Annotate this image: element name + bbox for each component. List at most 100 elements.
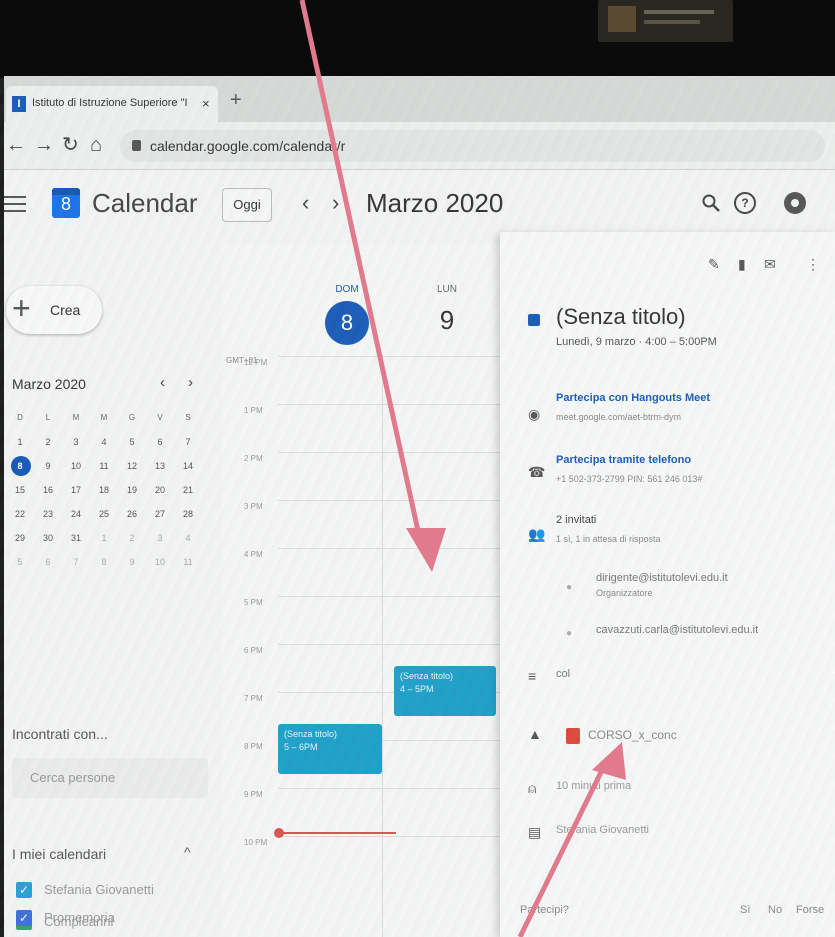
checkbox-icon[interactable]: ✓ bbox=[16, 882, 32, 898]
mini-weekday: M bbox=[100, 413, 108, 422]
drive-icon: ▲ bbox=[528, 726, 542, 742]
mini-day[interactable]: 5 bbox=[118, 430, 146, 454]
prev-period-button[interactable]: ‹ bbox=[302, 190, 309, 216]
hour-label: 3 PM bbox=[244, 502, 263, 511]
mini-day[interactable]: 3 bbox=[62, 430, 90, 454]
mini-day[interactable]: 16 bbox=[34, 478, 62, 502]
mini-day[interactable]: 15 bbox=[6, 478, 34, 502]
day-name: DOM bbox=[335, 284, 359, 295]
email-icon[interactable]: ✉ bbox=[764, 256, 776, 273]
mini-day[interactable]: 27 bbox=[146, 502, 174, 526]
mini-day[interactable]: 2 bbox=[34, 430, 62, 454]
create-button[interactable]: + Crea bbox=[6, 286, 102, 334]
mini-day[interactable]: 6 bbox=[34, 550, 62, 574]
hour-label: 2 PM bbox=[244, 454, 263, 463]
day-number[interactable]: 9 bbox=[422, 305, 472, 336]
next-period-button[interactable]: › bbox=[332, 190, 339, 216]
mini-day[interactable]: 28 bbox=[174, 502, 202, 526]
mini-day[interactable]: 10 bbox=[62, 454, 90, 478]
mini-day[interactable]: 5 bbox=[6, 550, 34, 574]
lock-icon bbox=[132, 140, 141, 151]
mini-day[interactable]: 7 bbox=[174, 430, 202, 454]
mini-day[interactable]: 21 bbox=[174, 478, 202, 502]
photo-frame: I Istituto di Istruzione Superiore "I × … bbox=[0, 0, 835, 937]
mini-day[interactable]: 11 bbox=[174, 550, 202, 574]
favicon-icon: I bbox=[12, 96, 26, 112]
today-button[interactable]: Oggi bbox=[222, 188, 272, 222]
mini-day[interactable]: 25 bbox=[90, 502, 118, 526]
search-people-input[interactable]: Cerca persone bbox=[12, 758, 208, 798]
rsvp-maybe-button[interactable]: Forse bbox=[796, 904, 824, 916]
mini-day[interactable]: 4 bbox=[174, 526, 202, 550]
checkbox-icon[interactable]: ✓ bbox=[16, 910, 32, 926]
day-header-sunday[interactable]: DOM 8 bbox=[322, 284, 372, 345]
hour-gridline bbox=[278, 644, 522, 645]
mini-day[interactable]: 4 bbox=[90, 430, 118, 454]
rsvp-yes-button[interactable]: Sì bbox=[740, 904, 750, 916]
mini-day[interactable]: 14 bbox=[174, 454, 202, 478]
mini-day[interactable]: 7 bbox=[62, 550, 90, 574]
meet-link[interactable]: Partecipa con Hangouts Meet bbox=[556, 392, 710, 404]
settings-gear-icon[interactable] bbox=[784, 192, 806, 214]
search-icon[interactable] bbox=[702, 194, 720, 212]
mini-day[interactable]: 1 bbox=[90, 526, 118, 550]
attachment-name[interactable]: CORSO_x_conc bbox=[588, 728, 677, 742]
mini-day[interactable]: 9 bbox=[34, 454, 62, 478]
mini-day[interactable]: 9 bbox=[118, 550, 146, 574]
rsvp-no-button[interactable]: No bbox=[768, 904, 782, 916]
home-icon[interactable]: ⌂ bbox=[90, 134, 102, 156]
mini-day[interactable]: 20 bbox=[146, 478, 174, 502]
edit-icon[interactable]: ✎ bbox=[708, 256, 720, 273]
phone-link[interactable]: Partecipa tramite telefono bbox=[556, 454, 691, 466]
mini-day[interactable]: 29 bbox=[6, 526, 34, 550]
mini-day[interactable]: 8 bbox=[90, 550, 118, 574]
mini-day[interactable]: 17 bbox=[62, 478, 90, 502]
hour-gridline bbox=[278, 836, 522, 837]
chevron-up-icon[interactable]: ^ bbox=[184, 844, 191, 860]
mini-day[interactable]: 3 bbox=[146, 526, 174, 550]
mini-day[interactable]: 22 bbox=[6, 502, 34, 526]
mini-week-row: 1234567 bbox=[6, 430, 202, 454]
reload-icon[interactable]: ↻ bbox=[62, 134, 79, 156]
day-header-monday[interactable]: LUN 9 bbox=[422, 284, 472, 336]
mini-day[interactable]: 19 bbox=[118, 478, 146, 502]
mini-day[interactable]: 24 bbox=[62, 502, 90, 526]
more-options-icon[interactable]: ⋮ bbox=[806, 256, 820, 273]
mini-day[interactable]: 1 bbox=[6, 430, 34, 454]
mini-day[interactable]: 8 bbox=[6, 454, 34, 478]
mini-day[interactable]: 31 bbox=[62, 526, 90, 550]
mini-day[interactable]: 12 bbox=[118, 454, 146, 478]
mini-day[interactable]: 10 bbox=[146, 550, 174, 574]
mini-next-button[interactable]: › bbox=[188, 374, 193, 391]
mini-day[interactable]: 11 bbox=[90, 454, 118, 478]
current-time-line bbox=[280, 832, 396, 834]
day-number-today[interactable]: 8 bbox=[325, 301, 369, 345]
mini-day[interactable]: 26 bbox=[118, 502, 146, 526]
forward-icon[interactable]: → bbox=[34, 134, 54, 156]
mini-day[interactable]: 6 bbox=[146, 430, 174, 454]
delete-icon[interactable]: ▮ bbox=[738, 256, 746, 273]
hour-gridline bbox=[278, 356, 522, 357]
help-icon[interactable]: ? bbox=[734, 192, 756, 214]
back-icon[interactable]: ← bbox=[6, 134, 26, 156]
browser-tab[interactable]: I Istituto di Istruzione Superiore "I × bbox=[6, 86, 218, 122]
event-chip[interactable]: (Senza titolo) 4 – 5PM bbox=[394, 666, 496, 716]
address-bar[interactable]: calendar.google.com/calendar/r bbox=[120, 130, 825, 162]
tab-close-icon[interactable]: × bbox=[202, 96, 210, 111]
new-tab-button[interactable]: + bbox=[230, 90, 242, 110]
reflection-shape bbox=[644, 20, 700, 24]
guests-count: 2 invitati bbox=[556, 514, 597, 526]
mini-day[interactable]: 18 bbox=[90, 478, 118, 502]
mini-day[interactable]: 2 bbox=[118, 526, 146, 550]
guest-email[interactable]: dirigente@istitutolevi.edu.it bbox=[596, 572, 728, 584]
menu-icon[interactable] bbox=[4, 196, 26, 214]
mini-day[interactable]: 23 bbox=[34, 502, 62, 526]
event-chip[interactable]: (Senza titolo) 5 – 6PM bbox=[278, 724, 382, 774]
create-label: Crea bbox=[50, 302, 81, 318]
mini-prev-button[interactable]: ‹ bbox=[160, 374, 165, 391]
tab-strip: I Istituto di Istruzione Superiore "I × … bbox=[4, 76, 835, 122]
mini-day[interactable]: 13 bbox=[146, 454, 174, 478]
calendar-icon: ▤ bbox=[528, 824, 542, 840]
mini-day[interactable]: 30 bbox=[34, 526, 62, 550]
guest-email[interactable]: cavazzuti.carla@istitutolevi.edu.it bbox=[596, 624, 758, 636]
